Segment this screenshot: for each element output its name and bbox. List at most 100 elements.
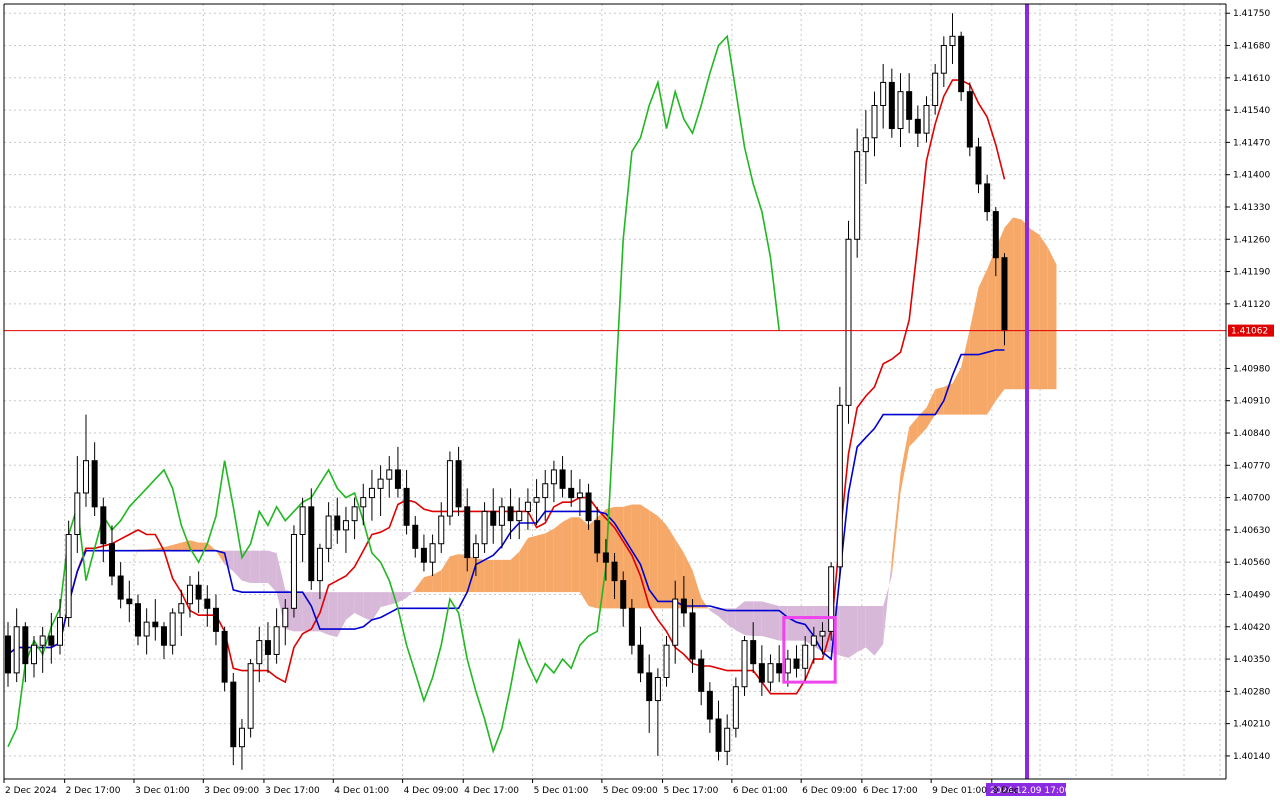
candle-bearish [308, 506, 315, 582]
candle-bullish [481, 510, 488, 545]
candle-bullish [65, 534, 72, 619]
kumo-bullish-segment [562, 517, 572, 593]
candle-bullish [880, 81, 887, 106]
candle-bearish [412, 524, 419, 549]
candle-bearish [100, 506, 107, 545]
candle-bearish [221, 630, 228, 683]
kumo-bullish-segment [579, 517, 589, 607]
chart-window: 1.41062 2024.12.09 17:00 1.41750 1.41680 1.… [0, 0, 1280, 800]
kumo-bullish-segment [571, 517, 580, 593]
candle-bullish [273, 626, 280, 655]
y-tick-label: 1.41120 [1233, 300, 1270, 310]
candle-bearish [48, 635, 55, 646]
candle-bearish [464, 506, 471, 559]
candle-bullish [377, 478, 384, 489]
candle-bearish [984, 183, 991, 213]
kumo-bullish-segment [657, 516, 667, 609]
candle-bullish [238, 727, 245, 748]
kumo-bullish-segment [1047, 247, 1057, 390]
kumo-bearish-segment [753, 601, 762, 636]
kumo-bearish-segment [744, 601, 754, 636]
candle-bullish [186, 584, 193, 605]
candle-bullish [836, 404, 843, 568]
candle-bearish [888, 81, 895, 130]
x-tick-label: 9 Dec [993, 786, 1019, 796]
candle-bearish [680, 598, 687, 614]
candle-bearish [420, 547, 427, 563]
kumo-bearish-segment [380, 592, 390, 608]
candle-bearish [975, 146, 982, 185]
kumo-bullish-segment [1030, 228, 1040, 390]
y-tick-label: 1.40840 [1233, 429, 1270, 439]
candle-bullish [472, 543, 479, 559]
x-tick-label: 6 Dec 01:00 [733, 786, 788, 796]
candle-bullish [767, 663, 774, 683]
candle-bullish [360, 497, 367, 508]
candle-bearish [611, 561, 618, 582]
candle-bullish [351, 506, 358, 522]
y-tick-label: 1.41680 [1233, 42, 1270, 52]
y-tick-label: 1.40910 [1233, 397, 1270, 407]
candle-bullish [446, 460, 453, 517]
y-tick-label: 1.40980 [1233, 364, 1270, 374]
y-tick-label: 1.40630 [1233, 526, 1270, 536]
candle-bearish [958, 35, 965, 93]
candle-bullish [316, 547, 323, 582]
kumo-bullish-segment [536, 533, 546, 593]
x-tick-label: 3 Dec 09:00 [204, 786, 259, 796]
candle-bullish [438, 515, 445, 545]
candle-bearish [637, 644, 644, 674]
y-tick-label: 1.41470 [1233, 138, 1270, 148]
candle-bullish [784, 658, 791, 674]
candle-bearish [620, 580, 627, 609]
candle-bearish [117, 575, 124, 600]
candle-bullish [819, 630, 826, 637]
kumo-bullish-segment [649, 510, 658, 609]
kumo-bullish-segment [545, 528, 554, 593]
candle-bearish [490, 510, 497, 526]
candle-bullish [654, 677, 661, 702]
price-chart[interactable]: 1.410622024.12.09 17:00 1.417501.416801.… [0, 0, 1280, 800]
candle-bullish [897, 91, 904, 130]
candle-bullish [576, 492, 583, 499]
candle-bullish [923, 104, 930, 134]
candle-bullish [516, 510, 523, 522]
kumo-bearish-segment [848, 606, 858, 658]
y-tick-label: 1.40490 [1233, 590, 1270, 600]
y-tick-label: 1.40280 [1233, 687, 1270, 697]
chart-background [0, 0, 1280, 800]
candle-bearish [646, 672, 653, 702]
x-tick-label: 6 Dec 09:00 [802, 786, 857, 796]
candle-bullish [810, 635, 817, 646]
candle-bullish [325, 515, 332, 549]
candle-bearish [134, 603, 141, 637]
candle-bullish [39, 635, 46, 646]
kumo-bullish-segment [527, 535, 537, 593]
kumo-bullish-segment [423, 574, 433, 593]
x-tick-label: 9 Dec 01:00 [932, 786, 987, 796]
kumo-bearish-segment [259, 550, 268, 583]
kumo-bearish-segment [857, 606, 866, 653]
candle-bullish [56, 617, 63, 646]
x-tick-label: 3 Dec 01:00 [135, 786, 190, 796]
candle-bullish [74, 492, 81, 536]
candle-bearish [992, 211, 999, 259]
candle-bearish [230, 681, 237, 748]
candle-bullish [940, 45, 947, 74]
candle-bearish [507, 506, 514, 522]
kumo-bearish-segment [839, 606, 849, 658]
candle-bearish [152, 621, 159, 628]
y-tick-label: 1.41260 [1233, 235, 1270, 245]
kumo-bullish-segment [458, 554, 468, 593]
x-tick-label: 5 Dec 09:00 [603, 786, 658, 796]
candle-bearish [204, 598, 211, 609]
candle-bullish [368, 487, 375, 499]
candle-bearish [914, 118, 921, 134]
kumo-bullish-segment [449, 554, 459, 593]
kumo-bearish-segment [250, 550, 260, 583]
candle-bearish [334, 515, 341, 531]
candle-bearish [195, 584, 202, 600]
candle-bearish [689, 612, 696, 660]
candle-bullish [169, 612, 176, 646]
candle-bullish [932, 72, 939, 106]
